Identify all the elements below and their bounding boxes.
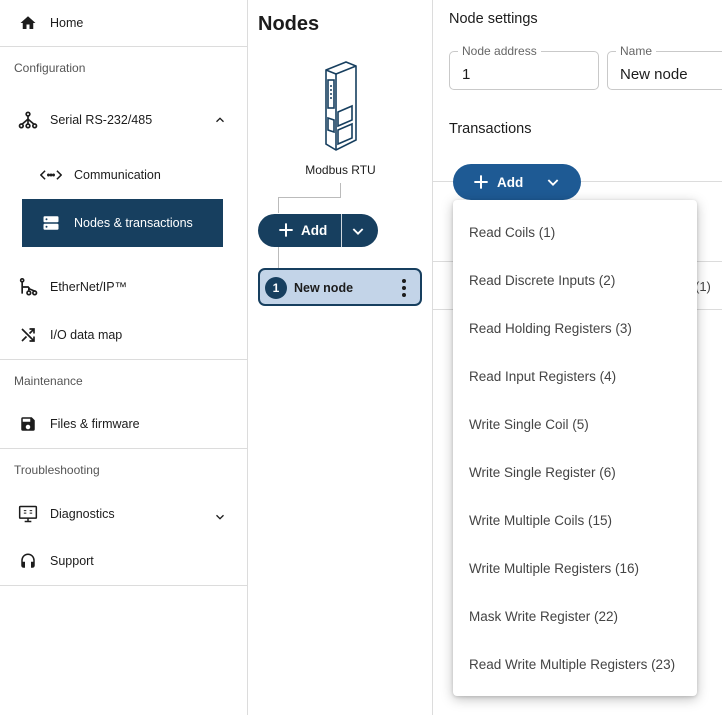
sidebar-item-label: Communication <box>74 168 161 182</box>
transaction-type-menu: Read Coils (1) Read Discrete Inputs (2) … <box>453 200 697 696</box>
tree-connector <box>340 183 341 198</box>
name-field: Name <box>607 44 722 90</box>
sidebar-item-communication[interactable]: Communication <box>22 151 223 199</box>
chevron-down-icon[interactable] <box>213 510 227 524</box>
sidebar-item-label: EtherNet/IP™ <box>50 280 128 294</box>
divider <box>0 448 247 449</box>
plus-icon <box>474 175 488 189</box>
menu-item-write-single-coil[interactable]: Write Single Coil (5) <box>453 400 697 448</box>
section-label-maintenance: Maintenance <box>14 374 83 388</box>
sidebar-item-label: Support <box>50 554 94 568</box>
chevron-up-icon[interactable] <box>213 113 227 127</box>
menu-item-write-single-register[interactable]: Write Single Register (6) <box>453 448 697 496</box>
sidebar-item-files-firmware[interactable]: Files & firmware <box>0 400 247 448</box>
tree-connector <box>278 247 279 269</box>
server-icon <box>40 213 62 233</box>
divider <box>0 585 247 586</box>
sidebar-item-ethernet[interactable]: EtherNet/IP™ <box>0 263 247 311</box>
menu-item-read-coils[interactable]: Read Coils (1) <box>453 208 697 256</box>
sidebar: Home Configuration Serial RS-232/485 Com… <box>0 0 248 715</box>
code-arrows-icon <box>40 165 62 185</box>
sidebar-item-io-data-map[interactable]: I/O data map <box>0 311 247 359</box>
name-input[interactable] <box>620 66 722 83</box>
sidebar-item-label: I/O data map <box>50 328 123 342</box>
section-label-troubleshooting: Troubleshooting <box>14 463 100 477</box>
menu-item-read-input-registers[interactable]: Read Input Registers (4) <box>453 352 697 400</box>
add-node-split-button: Add <box>258 214 378 247</box>
sidebar-item-label: Nodes & transactions <box>74 216 193 230</box>
ethernet-icon <box>18 277 38 297</box>
chevron-down-icon[interactable] <box>545 174 561 190</box>
sidebar-item-label: Home <box>50 16 84 30</box>
save-icon <box>18 414 38 434</box>
chevron-down-icon[interactable] <box>350 223 366 239</box>
node-address-input[interactable] <box>462 66 581 83</box>
shuffle-icon <box>18 325 38 345</box>
menu-item-write-multiple-coils[interactable]: Write Multiple Coils (15) <box>453 496 697 544</box>
node-address-field: Node address <box>449 44 599 90</box>
more-vert-icon[interactable] <box>396 278 412 298</box>
divider <box>0 46 247 47</box>
home-icon <box>18 13 38 33</box>
node-name: New node <box>294 281 354 295</box>
sidebar-item-support[interactable]: Support <box>0 537 247 585</box>
node-item[interactable]: 1 New node <box>258 268 422 306</box>
sidebar-item-label: Files & firmware <box>50 417 140 431</box>
modbus-device-illustration <box>325 61 357 151</box>
sidebar-item-nodes-transactions[interactable]: Nodes & transactions <box>22 199 223 247</box>
split-divider <box>341 214 342 247</box>
divider <box>0 359 247 360</box>
sidebar-item-diagnostics[interactable]: Diagnostics <box>0 490 247 538</box>
menu-item-read-write-multiple-registers[interactable]: Read Write Multiple Registers (23) <box>453 640 697 688</box>
add-node-label: Add <box>301 223 328 238</box>
nodes-panel: Nodes Modbus RTU Add 1 New node <box>248 0 433 715</box>
monitor-icon <box>18 504 38 524</box>
menu-item-read-holding-registers[interactable]: Read Holding Registers (3) <box>453 304 697 352</box>
name-label: Name <box>616 44 657 58</box>
transactions-title: Transactions <box>449 121 532 137</box>
node-settings-title: Node settings <box>449 11 538 27</box>
plus-icon <box>279 223 293 237</box>
add-node-button[interactable]: Add <box>258 214 341 247</box>
menu-item-read-discrete-inputs[interactable]: Read Discrete Inputs (2) <box>453 256 697 304</box>
transaction-code-peek: (1) <box>695 279 711 294</box>
sidebar-item-label: Serial RS-232/485 <box>50 113 153 127</box>
add-transaction-button[interactable]: Add <box>453 164 581 200</box>
sidebar-item-serial[interactable]: Serial RS-232/485 <box>0 96 247 144</box>
sidebar-item-label: Diagnostics <box>50 507 115 521</box>
tree-connector <box>278 197 279 213</box>
node-number-badge: 1 <box>265 277 287 299</box>
add-transaction-label: Add <box>497 175 524 190</box>
page-title: Nodes <box>258 13 320 35</box>
menu-item-mask-write-register[interactable]: Mask Write Register (22) <box>453 592 697 640</box>
sidebar-item-home[interactable]: Home <box>0 0 247 46</box>
menu-item-write-multiple-registers[interactable]: Write Multiple Registers (16) <box>453 544 697 592</box>
node-address-label: Node address <box>458 44 541 58</box>
device-caption: Modbus RTU <box>305 163 376 177</box>
network-tree-icon <box>18 110 38 130</box>
tree-connector <box>278 197 340 198</box>
headset-icon <box>18 551 38 571</box>
section-label-configuration: Configuration <box>14 61 86 75</box>
